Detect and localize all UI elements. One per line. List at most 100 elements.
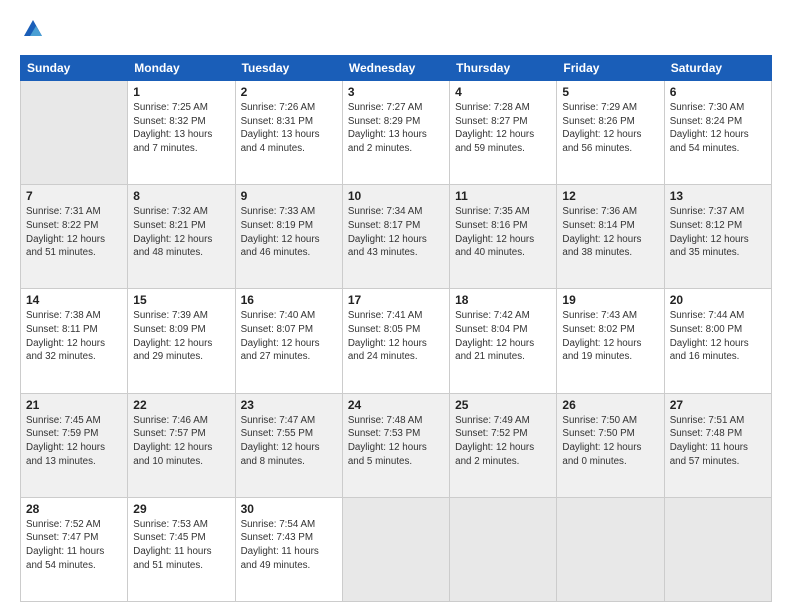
logo-icon — [22, 18, 44, 40]
day-info: Sunrise: 7:28 AMSunset: 8:27 PMDaylight:… — [455, 101, 551, 156]
header — [20, 18, 772, 45]
calendar-cell: 25 Sunrise: 7:49 AMSunset: 7:52 PMDayligh… — [450, 393, 557, 497]
calendar-cell: 14Sunrise: 7:38 AMSunset: 8:11 PMDayligh… — [21, 289, 128, 393]
calendar-cell: 16 Sunrise: 7:40 AMSunset: 8:07 PMDayligh… — [235, 289, 342, 393]
day-info: Sunrise: 7:29 AMSunset: 8:26 PMDaylight:… — [562, 101, 658, 156]
calendar-row: 21 Sunrise: 7:45 AMSunset: 7:59 PMDayligh… — [21, 393, 772, 497]
calendar-cell: 27 Sunrise: 7:51 AMSunset: 7:48 PMDayligh… — [664, 393, 771, 497]
calendar-row: 7 Sunrise: 7:31 AMSunset: 8:22 PMDaylight… — [21, 185, 772, 289]
calendar-cell: 18Sunrise: 7:42 AMSunset: 8:04 PMDayligh… — [450, 289, 557, 393]
calendar-cell — [21, 81, 128, 185]
calendar-page: SundayMondayTuesdayWednesdayThursdayFrid… — [0, 0, 792, 612]
calendar-cell: 10Sunrise: 7:34 AMSunset: 8:17 PMDayligh… — [342, 185, 449, 289]
calendar-row: 1 Sunrise: 7:25 AMSunset: 8:32 PMDaylight… — [21, 81, 772, 185]
weekday-header-row: SundayMondayTuesdayWednesdayThursdayFrid… — [21, 56, 772, 81]
calendar-cell: 8 Sunrise: 7:32 AMSunset: 8:21 PMDaylight… — [128, 185, 235, 289]
weekday-friday: Friday — [557, 56, 664, 81]
calendar-cell: 21 Sunrise: 7:45 AMSunset: 7:59 PMDayligh… — [21, 393, 128, 497]
day-number: 5 — [562, 85, 658, 99]
calendar-cell: 9Sunrise: 7:33 AMSunset: 8:19 PMDaylight… — [235, 185, 342, 289]
day-number: 3 — [348, 85, 444, 99]
day-number: 28 — [26, 502, 122, 516]
calendar-cell: 29 Sunrise: 7:53 AMSunset: 7:45 PMDayligh… — [128, 497, 235, 601]
calendar-cell: 17 Sunrise: 7:41 AMSunset: 8:05 PMDayligh… — [342, 289, 449, 393]
day-info: Sunrise: 7:42 AMSunset: 8:04 PMDaylight:… — [455, 309, 551, 364]
day-info: Sunrise: 7:35 AMSunset: 8:16 PMDaylight:… — [455, 205, 551, 260]
day-info: Sunrise: 7:27 AMSunset: 8:29 PMDaylight:… — [348, 101, 444, 156]
day-number: 29 — [133, 502, 229, 516]
calendar-cell: 19 Sunrise: 7:43 AMSunset: 8:02 PMDayligh… — [557, 289, 664, 393]
calendar-cell: 4 Sunrise: 7:28 AMSunset: 8:27 PMDaylight… — [450, 81, 557, 185]
calendar-cell: 24 Sunrise: 7:48 AMSunset: 7:53 PMDayligh… — [342, 393, 449, 497]
day-number: 27 — [670, 398, 766, 412]
weekday-saturday: Saturday — [664, 56, 771, 81]
day-number: 6 — [670, 85, 766, 99]
day-number: 1 — [133, 85, 229, 99]
day-number: 15 — [133, 293, 229, 307]
weekday-tuesday: Tuesday — [235, 56, 342, 81]
calendar-table: SundayMondayTuesdayWednesdayThursdayFrid… — [20, 55, 772, 602]
calendar-cell: 26 Sunrise: 7:50 AMSunset: 7:50 PMDayligh… — [557, 393, 664, 497]
logo — [20, 18, 45, 45]
calendar-row: 14Sunrise: 7:38 AMSunset: 8:11 PMDayligh… — [21, 289, 772, 393]
calendar-cell — [342, 497, 449, 601]
day-info: Sunrise: 7:38 AMSunset: 8:11 PMDaylight:… — [26, 309, 122, 364]
day-number: 12 — [562, 189, 658, 203]
day-number: 13 — [670, 189, 766, 203]
day-number: 7 — [26, 189, 122, 203]
day-info: Sunrise: 7:53 AMSunset: 7:45 PMDaylight:… — [133, 518, 229, 573]
day-number: 21 — [26, 398, 122, 412]
day-info: Sunrise: 7:52 AMSunset: 7:47 PMDaylight:… — [26, 518, 122, 573]
day-info: Sunrise: 7:34 AMSunset: 8:17 PMDaylight:… — [348, 205, 444, 260]
day-info: Sunrise: 7:25 AMSunset: 8:32 PMDaylight:… — [133, 101, 229, 156]
day-info: Sunrise: 7:39 AMSunset: 8:09 PMDaylight:… — [133, 309, 229, 364]
calendar-cell: 1 Sunrise: 7:25 AMSunset: 8:32 PMDaylight… — [128, 81, 235, 185]
day-number: 24 — [348, 398, 444, 412]
day-info: Sunrise: 7:30 AMSunset: 8:24 PMDaylight:… — [670, 101, 766, 156]
calendar-cell: 7 Sunrise: 7:31 AMSunset: 8:22 PMDaylight… — [21, 185, 128, 289]
day-info: Sunrise: 7:31 AMSunset: 8:22 PMDaylight:… — [26, 205, 122, 260]
day-info: Sunrise: 7:45 AMSunset: 7:59 PMDaylight:… — [26, 414, 122, 469]
calendar-cell: 13Sunrise: 7:37 AMSunset: 8:12 PMDayligh… — [664, 185, 771, 289]
calendar-cell: 5 Sunrise: 7:29 AMSunset: 8:26 PMDaylight… — [557, 81, 664, 185]
day-number: 4 — [455, 85, 551, 99]
calendar-cell: 12 Sunrise: 7:36 AMSunset: 8:14 PMDayligh… — [557, 185, 664, 289]
day-info: Sunrise: 7:54 AMSunset: 7:43 PMDaylight:… — [241, 518, 337, 573]
day-number: 11 — [455, 189, 551, 203]
calendar-cell: 23 Sunrise: 7:47 AMSunset: 7:55 PMDayligh… — [235, 393, 342, 497]
day-info: Sunrise: 7:26 AMSunset: 8:31 PMDaylight:… — [241, 101, 337, 156]
day-info: Sunrise: 7:33 AMSunset: 8:19 PMDaylight:… — [241, 205, 337, 260]
calendar-cell: 20Sunrise: 7:44 AMSunset: 8:00 PMDayligh… — [664, 289, 771, 393]
day-info: Sunrise: 7:40 AMSunset: 8:07 PMDaylight:… — [241, 309, 337, 364]
day-info: Sunrise: 7:43 AMSunset: 8:02 PMDaylight:… — [562, 309, 658, 364]
day-number: 23 — [241, 398, 337, 412]
day-number: 2 — [241, 85, 337, 99]
calendar-cell: 2 Sunrise: 7:26 AMSunset: 8:31 PMDaylight… — [235, 81, 342, 185]
calendar-cell — [664, 497, 771, 601]
day-info: Sunrise: 7:32 AMSunset: 8:21 PMDaylight:… — [133, 205, 229, 260]
day-info: Sunrise: 7:51 AMSunset: 7:48 PMDaylight:… — [670, 414, 766, 469]
day-info: Sunrise: 7:41 AMSunset: 8:05 PMDaylight:… — [348, 309, 444, 364]
day-info: Sunrise: 7:47 AMSunset: 7:55 PMDaylight:… — [241, 414, 337, 469]
day-number: 16 — [241, 293, 337, 307]
day-info: Sunrise: 7:50 AMSunset: 7:50 PMDaylight:… — [562, 414, 658, 469]
calendar-cell: 6 Sunrise: 7:30 AMSunset: 8:24 PMDaylight… — [664, 81, 771, 185]
calendar-cell: 22Sunrise: 7:46 AMSunset: 7:57 PMDayligh… — [128, 393, 235, 497]
weekday-thursday: Thursday — [450, 56, 557, 81]
day-number: 8 — [133, 189, 229, 203]
day-info: Sunrise: 7:44 AMSunset: 8:00 PMDaylight:… — [670, 309, 766, 364]
day-number: 19 — [562, 293, 658, 307]
calendar-cell — [557, 497, 664, 601]
calendar-cell: 30Sunrise: 7:54 AMSunset: 7:43 PMDayligh… — [235, 497, 342, 601]
day-number: 26 — [562, 398, 658, 412]
weekday-wednesday: Wednesday — [342, 56, 449, 81]
calendar-cell: 3 Sunrise: 7:27 AMSunset: 8:29 PMDaylight… — [342, 81, 449, 185]
day-info: Sunrise: 7:36 AMSunset: 8:14 PMDaylight:… — [562, 205, 658, 260]
day-info: Sunrise: 7:49 AMSunset: 7:52 PMDaylight:… — [455, 414, 551, 469]
day-info: Sunrise: 7:48 AMSunset: 7:53 PMDaylight:… — [348, 414, 444, 469]
weekday-sunday: Sunday — [21, 56, 128, 81]
day-number: 25 — [455, 398, 551, 412]
calendar-row: 28 Sunrise: 7:52 AMSunset: 7:47 PMDayligh… — [21, 497, 772, 601]
day-number: 22 — [133, 398, 229, 412]
day-number: 17 — [348, 293, 444, 307]
